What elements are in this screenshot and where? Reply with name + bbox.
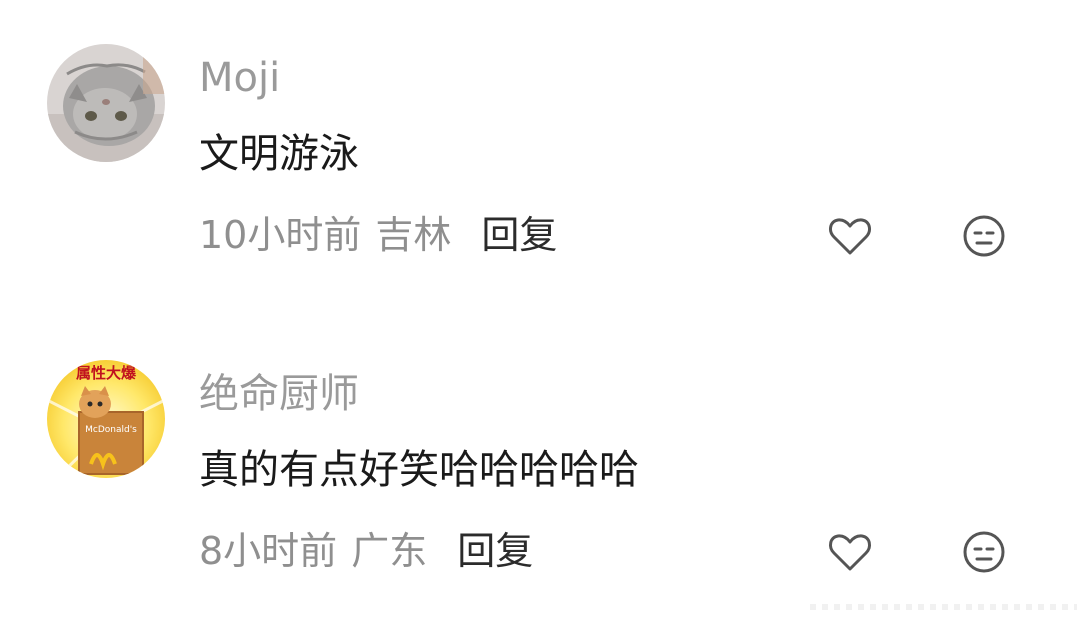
cat-avatar-icon: [47, 44, 165, 162]
watermark-strip: [810, 604, 1077, 610]
reply-button[interactable]: 回复: [481, 216, 557, 254]
comment-time: 10小时前: [199, 213, 362, 257]
reply-button[interactable]: 回复: [457, 532, 533, 570]
comment-meta: 8小时前 广东 回复: [199, 532, 533, 570]
heart-icon: [829, 218, 871, 255]
dislike-button[interactable]: [960, 212, 1008, 260]
like-button[interactable]: [826, 212, 874, 260]
heart-icon: [829, 534, 871, 571]
comment-time: 8小时前: [199, 529, 338, 573]
comment-text: 文明游泳: [199, 131, 359, 177]
comment-location: 广东: [351, 529, 428, 573]
dislike-button[interactable]: [960, 528, 1008, 576]
avatar[interactable]: 属性大爆 McDonald's: [47, 360, 165, 478]
neutral-face-icon: [963, 531, 1005, 573]
cat-mcdonalds-avatar-icon: 属性大爆 McDonald's: [47, 360, 165, 478]
like-button[interactable]: [826, 528, 874, 576]
avatar-text: 属性大爆: [76, 364, 137, 382]
comment-location: 吉林: [375, 213, 452, 257]
avatar[interactable]: [47, 44, 165, 162]
comment-item: 属性大爆 McDonald's 绝命厨师 真的有点好笑哈哈哈哈哈 8小时前 广东回…: [0, 316, 1077, 573]
username[interactable]: Moji: [199, 58, 280, 98]
neutral-face-icon: [963, 215, 1005, 257]
avatar-logo-text: McDonald's: [85, 425, 137, 435]
comment-text: 真的有点好笑哈哈哈哈哈: [199, 447, 639, 493]
username[interactable]: 绝命厨师: [199, 374, 359, 414]
comment-item: Moji 文明游泳 10小时前 吉林 回复: [0, 0, 1077, 257]
comment-meta: 10小时前 吉林 回复: [199, 216, 557, 254]
